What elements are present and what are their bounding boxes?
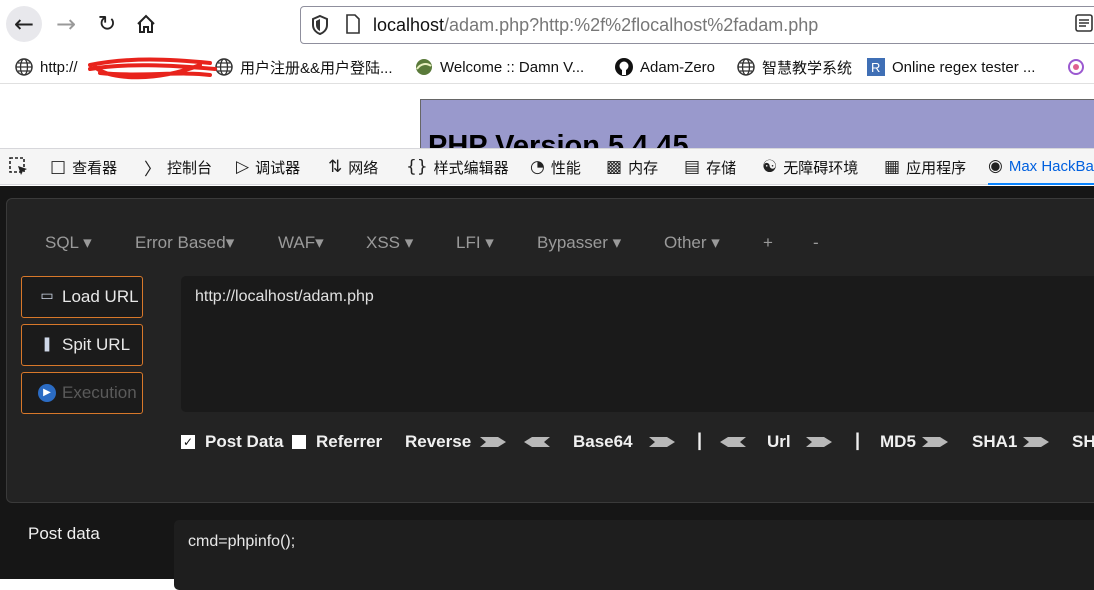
forward-button[interactable]: → (48, 6, 84, 42)
md5-label: MD5 (880, 432, 916, 451)
post-data-label: Post data (28, 524, 100, 543)
bookmark-item[interactable]: 用户注册&&用户登陆... (214, 56, 393, 78)
menu-xss[interactable]: XSS ▾ (366, 233, 413, 253)
reload-button[interactable]: ↻ (89, 6, 125, 42)
menu-sql[interactable]: SQL ▾ (45, 233, 92, 253)
load-url-button[interactable]: ▭ Load URL (21, 276, 143, 318)
home-icon (137, 14, 155, 33)
tab-max-hackbar[interactable]: ◉ Max HackBar (988, 149, 1094, 185)
url-encode-label: Url (767, 432, 791, 451)
accessibility-icon: ☯ (762, 157, 778, 177)
tab-debugger[interactable]: ▷ 调试器 (236, 149, 300, 185)
separator: | (855, 430, 861, 450)
bookmark-item[interactable]: 智慧教学系统 (736, 56, 852, 78)
bookmark-item[interactable]: R Online regex tester ... (866, 56, 1035, 78)
base64-label: Base64 (573, 432, 633, 451)
tab-accessibility[interactable]: ☯ 无障碍环境 (762, 149, 858, 185)
bookmark-item[interactable]: http:// (14, 56, 78, 78)
arrow-right-icon[interactable] (922, 435, 950, 449)
load-icon: ▭ (40, 288, 54, 304)
hackbar-panel: SQL ▾ Error Based▾ WAF▾ XSS ▾ LFI ▾ Bypa… (0, 186, 1094, 590)
redaction-scribble (88, 57, 217, 80)
back-button[interactable]: ← (6, 6, 42, 42)
page-content: PHP Version 5.4.45 (0, 85, 1094, 148)
debugger-icon: ▷ (236, 157, 250, 177)
more-bookmarks-icon[interactable] (1066, 57, 1086, 77)
arrow-right-icon[interactable] (1023, 435, 1051, 449)
network-icon: ⇅ (328, 157, 343, 177)
arrow-right-icon[interactable] (649, 435, 677, 449)
performance-icon: ◔ (530, 157, 545, 177)
bookmark-item[interactable]: Adam-Zero (614, 56, 715, 78)
arrow-right-icon[interactable] (480, 435, 508, 449)
php-version-title: PHP Version 5.4.45 (428, 130, 689, 148)
tab-network[interactable]: ⇅ 网络 (328, 149, 378, 185)
tab-style-editor[interactable]: {} 样式编辑器 (406, 149, 509, 185)
reverse-button[interactable]: Reverse (405, 430, 471, 454)
split-url-button[interactable]: ❚ Spit URL (21, 324, 143, 366)
github-icon (615, 58, 633, 76)
sha-more-label: SH (1072, 432, 1094, 451)
memory-icon: ▩ (606, 157, 623, 177)
page-icon (346, 14, 360, 34)
address-bar[interactable]: localhost/adam.php?http:%2f%2flocalhost%… (300, 6, 1094, 44)
checkbox-unchecked[interactable] (292, 435, 306, 449)
style-editor-icon: {} (406, 157, 428, 177)
url-text[interactable]: localhost/adam.php?http:%2f%2flocalhost%… (373, 15, 818, 36)
console-icon: 〉 (144, 159, 161, 180)
checkbox-checked[interactable]: ✓ (181, 435, 195, 449)
referrer-checkbox[interactable]: Referrer (292, 430, 382, 454)
menu-add[interactable]: + (763, 233, 773, 253)
element-picker-icon[interactable] (8, 156, 30, 178)
post-data-textarea[interactable]: cmd=phpinfo(); (174, 520, 1094, 590)
options-row: ✓ Post Data Referrer Reverse Base64 | Url… (0, 430, 1094, 454)
arrow-right-icon: → (55, 10, 77, 38)
storage-icon: ▤ (684, 157, 701, 177)
arrow-left-icon: ← (13, 10, 35, 38)
menu-lfi[interactable]: LFI ▾ (456, 233, 494, 253)
menu-waf[interactable]: WAF▾ (278, 233, 324, 253)
tab-console[interactable]: 〉 控制台 (144, 149, 212, 185)
execute-button[interactable]: ▶ Execution (21, 372, 143, 414)
play-icon: ▶ (38, 384, 56, 402)
split-icon: ❚ (41, 336, 53, 352)
home-button[interactable] (128, 6, 164, 42)
shield-icon (312, 14, 328, 36)
browser-toolbar: ← → ↻ localhost/adam.php?http:%2f%2floca… (0, 0, 1094, 50)
inspector-icon: □ (50, 157, 67, 177)
arrow-left-icon[interactable] (718, 435, 746, 449)
phpinfo-header: PHP Version 5.4.45 (420, 99, 1094, 148)
reload-icon: ↻ (97, 11, 117, 37)
hackbar-main: SQL ▾ Error Based▾ WAF▾ XSS ▾ LFI ▾ Bypa… (6, 198, 1094, 503)
application-icon: ▦ (884, 157, 901, 177)
globe-icon (15, 58, 33, 76)
devtools-toolbar: □ 查看器 〉 控制台 ▷ 调试器 ⇅ 网络 {} 样式编辑器 ◔ 性能 ▩ 内存 ▤ 存储 ☯… (0, 148, 1094, 185)
menu-other[interactable]: Other ▾ (664, 233, 720, 253)
menu-bypasser[interactable]: Bypasser ▾ (537, 233, 621, 253)
post-data-checkbox[interactable]: ✓ Post Data (181, 430, 283, 454)
url-textarea[interactable]: http://localhost/adam.php (181, 276, 1094, 412)
tab-memory[interactable]: ▩ 内存 (606, 149, 658, 185)
menu-error-based[interactable]: Error Based▾ (135, 233, 234, 253)
hackbar-icon: ◉ (988, 156, 1003, 176)
bookmark-item[interactable]: Welcome :: Damn V... (414, 56, 584, 78)
tab-storage[interactable]: ▤ 存储 (684, 149, 736, 185)
tab-application[interactable]: ▦ 应用程序 (884, 149, 966, 185)
separator: | (697, 430, 703, 450)
svg-text:R: R (871, 60, 880, 75)
tab-performance[interactable]: ◔ 性能 (530, 149, 581, 185)
tab-inspector[interactable]: □ 查看器 (50, 149, 117, 185)
menu-remove[interactable]: - (813, 233, 819, 253)
reader-view-icon[interactable] (1074, 13, 1094, 33)
regex-icon: R (867, 58, 885, 76)
sha1-label: SHA1 (972, 432, 1018, 451)
dvwa-icon (416, 59, 432, 75)
arrow-left-icon[interactable] (522, 435, 550, 449)
globe-icon (737, 58, 755, 76)
arrow-right-icon[interactable] (806, 435, 834, 449)
